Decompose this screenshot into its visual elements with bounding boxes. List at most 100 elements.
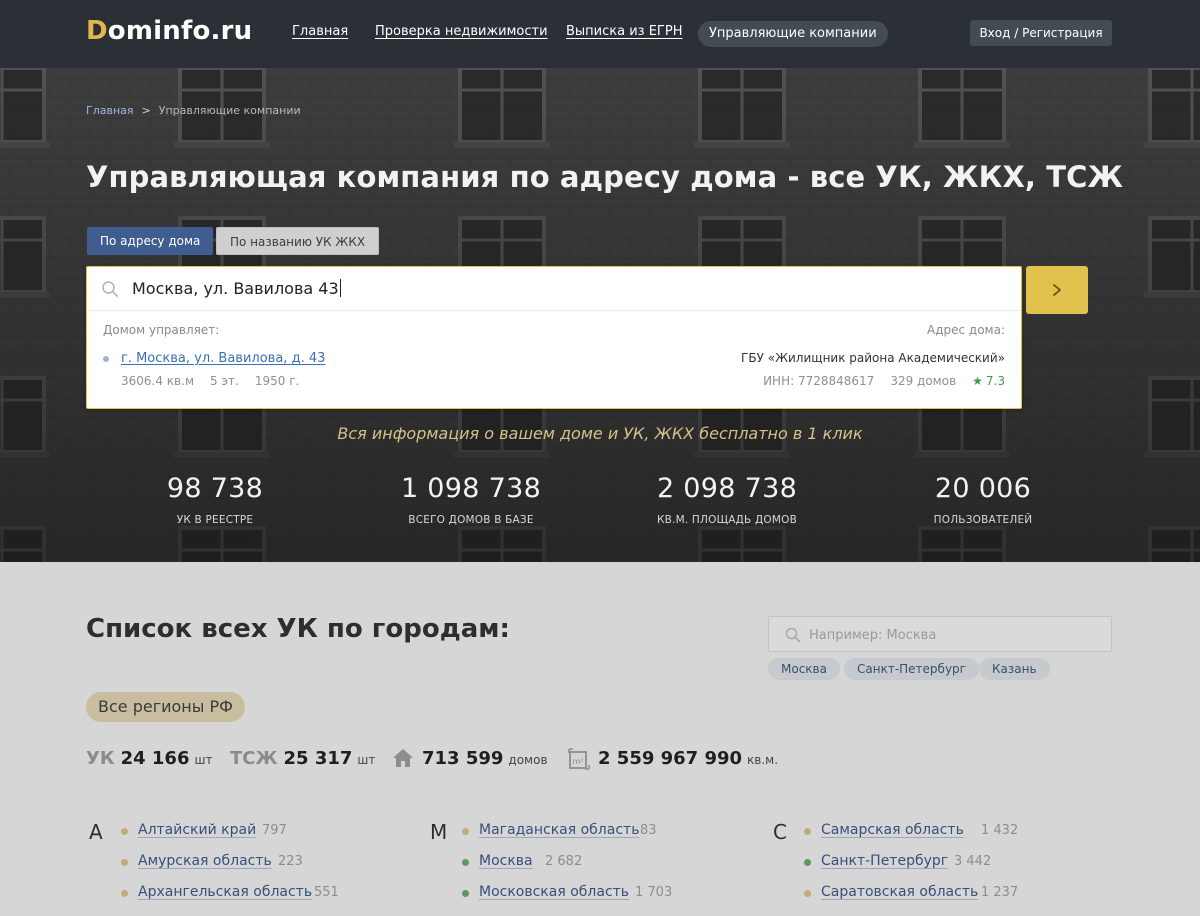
stat-label: Всего домов в базе [408, 514, 534, 526]
breadcrumb-separator: > [141, 104, 151, 117]
region-count: 3 442 [954, 854, 992, 869]
breadcrumb: Главная > Управляющие компании [86, 104, 301, 117]
total-tsj-value: 25 317 [283, 748, 353, 769]
house-area: 3606.4 кв.м [121, 374, 194, 388]
region-count: 83 [640, 823, 657, 838]
region-link[interactable]: Москва [479, 853, 533, 869]
cities-list-title: Список всех УК по городам: [86, 614, 510, 644]
stat-value: 20 006 [934, 473, 1032, 504]
tab-by-company-name[interactable]: По названию УК ЖКХ [216, 227, 380, 255]
stat-uk-registry: 98 738 УК в реестре [95, 473, 335, 526]
region-count: 1 703 [635, 885, 673, 900]
chevron-right-icon [1053, 284, 1061, 296]
stat-total-houses: 1 098 738 Всего домов в базе [351, 473, 591, 526]
letter-heading-s: С [773, 820, 787, 844]
stat-label: УК в реестре [176, 514, 254, 526]
nav-link-egrn-extract[interactable]: Выписка из ЕГРН [566, 24, 682, 39]
stat-label: пользователей [933, 514, 1033, 526]
region-dot [804, 859, 811, 866]
area-m2-icon: m² [568, 748, 590, 770]
region-count: 551 [314, 885, 339, 900]
city-search-input[interactable] [809, 624, 1099, 646]
breadcrumb-home-link[interactable]: Главная [86, 104, 134, 117]
stat-value: 98 738 [166, 473, 264, 504]
breadcrumb-current: Управляющие компании [158, 104, 301, 117]
letter-heading-m: М [430, 820, 448, 844]
total-area-value: 2 559 967 990 [598, 748, 743, 769]
region-dot [462, 890, 469, 897]
nav-link-management-companies[interactable]: Управляющие компании [698, 21, 888, 47]
total-uk-value: 24 166 [120, 748, 190, 769]
company-rating-value: 7.3 [985, 374, 1005, 388]
total-tsj: ТСЖ 25 317 шт [230, 748, 375, 769]
region-count: 223 [278, 854, 303, 869]
stat-users: 20 006 пользователей [863, 473, 1103, 526]
letter-heading-a: А [89, 820, 103, 844]
logo[interactable]: Dominfo.ru [86, 16, 252, 46]
hero-tagline: Вся информация о вашем доме и УК, ЖКХ бе… [337, 424, 863, 443]
city-tag-moscow[interactable]: Москва [768, 658, 840, 680]
total-tsj-label: ТСЖ [230, 748, 278, 769]
page-title: Управляющая компания по адресу дома - вс… [86, 160, 1124, 194]
login-button[interactable]: Вход / Регистрация [970, 20, 1112, 46]
search-query: Москва, ул. Вавилова 43 [132, 279, 339, 298]
region-link[interactable]: Магаданская область [479, 822, 639, 838]
hero: Главная > Управляющие компании Управляющая… [0, 68, 1200, 562]
total-area-unit: кв.м. [747, 753, 779, 767]
nav-link-home[interactable]: Главная [292, 24, 348, 39]
region-link[interactable]: Саратовская область [821, 884, 978, 900]
region-link[interactable]: Московская область [479, 884, 629, 900]
region-count: 1 432 [981, 823, 1019, 838]
total-houses-value: 713 599 [422, 748, 504, 769]
suggestion-company-meta: ИНН: 7728848617 329 домов ★ 7.3 [747, 374, 1005, 388]
svg-text:m²: m² [573, 757, 584, 766]
total-houses-unit: домов [508, 753, 548, 767]
region-dot [121, 828, 128, 835]
logo-text: ominfo.ru [107, 16, 253, 46]
region-dot [462, 859, 469, 866]
address-search-panel: Москва, ул. Вавилова 43 Домом управляет:… [86, 266, 1022, 409]
address-search-input[interactable]: Москва, ул. Вавилова 43 [87, 267, 1021, 311]
all-regions-filter[interactable]: Все регионы РФ [86, 692, 245, 722]
house-icon [393, 749, 413, 767]
region-link[interactable]: Архангельская область [138, 884, 312, 900]
city-tag-saint-petersburg[interactable]: Санкт-Петербург [844, 658, 979, 680]
total-houses: 713 599 домов [422, 748, 548, 769]
region-link[interactable]: Самарская область [821, 822, 964, 838]
search-icon [785, 627, 801, 643]
logo-letter: D [86, 16, 108, 46]
suggestion-house-meta: 3606.4 кв.м 5 эт. 1950 г. [121, 374, 315, 388]
region-dot [804, 828, 811, 835]
region-dot [804, 890, 811, 897]
total-uk: УК 24 166 шт [86, 748, 212, 769]
region-dot [121, 859, 128, 866]
total-uk-unit: шт [194, 753, 213, 767]
region-dot [121, 890, 128, 897]
company-rating: ★ 7.3 [972, 374, 1005, 388]
star-icon: ★ [972, 374, 983, 388]
total-area: 2 559 967 990 кв.м. [598, 748, 778, 769]
house-address-label: Адрес дома: [926, 323, 1005, 337]
city-tag-kazan[interactable]: Казань [979, 658, 1050, 680]
house-year: 1950 г. [254, 374, 300, 388]
stat-value: 1 098 738 [400, 473, 542, 504]
region-link[interactable]: Амурская область [138, 853, 272, 869]
nav-link-property-check[interactable]: Проверка недвижимости [375, 24, 548, 39]
stat-value: 2 098 738 [656, 473, 798, 504]
region-count: 2 682 [545, 854, 583, 869]
house-floors: 5 эт. [210, 374, 239, 388]
total-uk-label: УК [86, 748, 115, 769]
suggestion-company-name[interactable]: ГБУ «Жилищник района Академический» [741, 351, 1005, 365]
total-tsj-unit: шт [357, 753, 376, 767]
managed-by-label: Домом управляет: [103, 323, 220, 337]
region-count: 1 237 [981, 885, 1019, 900]
tab-by-address[interactable]: По адресу дома [87, 227, 214, 255]
city-search-field [768, 616, 1112, 652]
region-link[interactable]: Санкт-Петербург [821, 853, 948, 869]
region-count: 797 [262, 823, 287, 838]
suggestion-address-link[interactable]: г. Москва, ул. Вавилова, д. 43 [121, 351, 325, 366]
region-dot [462, 828, 469, 835]
region-link[interactable]: Алтайский край [138, 822, 256, 838]
search-submit-button[interactable] [1026, 266, 1088, 314]
stat-total-area: 2 098 738 кв.м. площадь домов [607, 473, 847, 526]
